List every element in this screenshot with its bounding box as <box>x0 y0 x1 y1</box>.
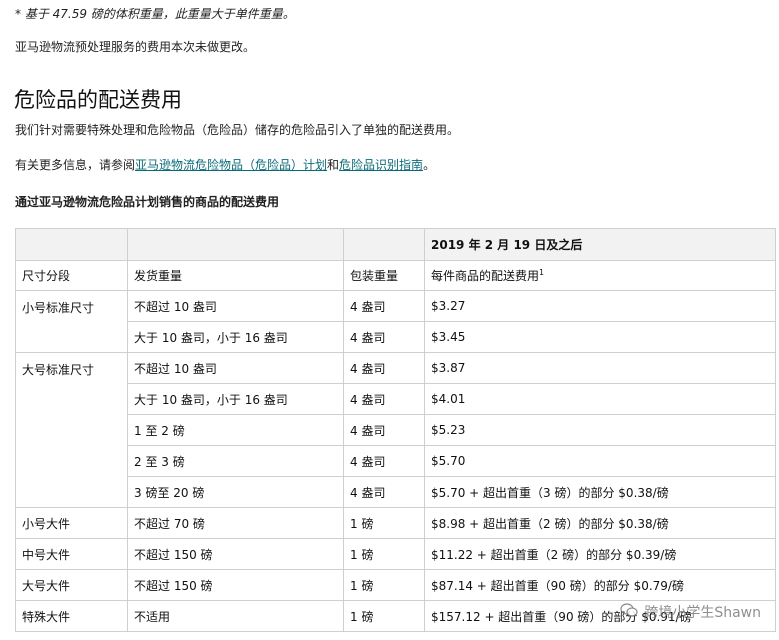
table-row: 2 至 3 磅 4 盎司 $5.70 <box>16 445 776 477</box>
fee-header-label: 每件商品的配送费用 <box>431 269 540 283</box>
table-header-row: 2019 年 2 月 19 日及之后 <box>15 228 776 261</box>
weight-cell: 不超过 10 盎司 <box>127 352 344 384</box>
fee-cell: $3.45 <box>424 321 776 353</box>
size-tier-cell: 小号标准尺寸 <box>15 290 128 353</box>
dangerous-goods-program-link[interactable]: 亚马逊物流危险物品（危险品）计划 <box>135 158 327 172</box>
packaging-cell: 4 盎司 <box>343 352 425 384</box>
packaging-cell: 1 磅 <box>343 569 425 601</box>
fee-cell: $87.14 + 超出首重（90 磅）的部分 $0.79/磅 <box>424 569 776 601</box>
table-row: 大于 10 盎司，小于 16 盎司 4 盎司 $4.01 <box>16 383 776 415</box>
prep-service-note: 亚马逊物流预处理服务的费用本次未做更改。 <box>15 40 256 54</box>
fee-cell: $11.22 + 超出首重（2 磅）的部分 $0.39/磅 <box>424 538 776 570</box>
weight-cell: 不超过 150 磅 <box>127 538 344 570</box>
fee-cell: $3.87 <box>424 352 776 384</box>
column-header-row: 尺寸分段 发货重量 包装重量 每件商品的配送费用1 <box>15 260 776 291</box>
period-text: 。 <box>423 158 436 172</box>
packaging-cell: 4 盎司 <box>343 383 425 415</box>
weight-cell: 3 磅至 20 磅 <box>127 476 344 508</box>
column-header-weight: 发货重量 <box>127 260 344 291</box>
size-tier-cell: 中号大件 <box>15 538 128 570</box>
weight-cell: 大于 10 盎司，小于 16 盎司 <box>127 321 344 353</box>
table-row: 大号大件 不超过 150 磅 1 磅 $87.14 + 超出首重（90 磅）的部… <box>15 569 776 601</box>
column-header-tier: 尺寸分段 <box>15 260 128 291</box>
header-blank-cell <box>15 228 128 261</box>
footnote-text: * 基于 47.59 磅的体积重量，此重量大于单件重量。 <box>15 7 295 21</box>
weight-cell: 大于 10 盎司，小于 16 盎司 <box>127 383 344 415</box>
weight-cell: 不超过 70 磅 <box>127 507 344 539</box>
packaging-cell: 4 盎司 <box>343 290 425 322</box>
packaging-cell: 1 磅 <box>343 600 425 632</box>
table-row: 3 磅至 20 磅 4 盎司 $5.70 + 超出首重（3 磅）的部分 $0.3… <box>16 476 776 508</box>
weight-cell: 不适用 <box>127 600 344 632</box>
weight-cell: 不超过 150 磅 <box>127 569 344 601</box>
packaging-cell: 4 盎司 <box>343 445 425 477</box>
packaging-cell: 4 盎司 <box>343 414 425 446</box>
table-row: 中号大件 不超过 150 磅 1 磅 $11.22 + 超出首重（2 磅）的部分… <box>15 538 776 570</box>
date-header: 2019 年 2 月 19 日及之后 <box>424 228 776 261</box>
fee-cell: $5.70 + 超出首重（3 磅）的部分 $0.38/磅 <box>424 476 776 508</box>
packaging-cell: 4 盎司 <box>343 321 425 353</box>
fee-table: 2019 年 2 月 19 日及之后 尺寸分段 发货重量 包装重量 每件商品的配… <box>15 228 776 632</box>
size-tier-cell: 大号大件 <box>15 569 128 601</box>
weight-cell: 1 至 2 磅 <box>127 414 344 446</box>
watermark-text: 跨境小学生Shawn <box>644 605 761 621</box>
column-header-packaging: 包装重量 <box>343 260 425 291</box>
table-caption: 通过亚马逊物流危险品计划销售的商品的配送费用 <box>15 195 280 209</box>
footnote-marker: 1 <box>539 268 545 277</box>
header-blank-cell <box>343 228 425 261</box>
fee-cell: $3.27 <box>424 290 776 322</box>
packaging-cell: 4 盎司 <box>343 476 425 508</box>
conjunction-text: 和 <box>327 158 340 172</box>
table-row: 大于 10 盎司，小于 16 盎司 4 盎司 $3.45 <box>16 321 776 353</box>
hazmat-identification-guide-link[interactable]: 危险品识别指南 <box>339 158 423 172</box>
more-info-paragraph: 有关更多信息，请参阅亚马逊物流危险物品（危险品）计划和危险品识别指南。 <box>15 156 435 173</box>
table-row: 小号大件 不超过 70 磅 1 磅 $8.98 + 超出首重（2 磅）的部分 $… <box>15 507 776 539</box>
size-tier-cell: 小号大件 <box>15 507 128 539</box>
fee-cell: $5.23 <box>424 414 776 446</box>
header-blank-cell <box>127 228 344 261</box>
table-row: 小号标准尺寸 不超过 10 盎司 4 盎司 $3.27 <box>15 290 776 353</box>
more-info-text: 有关更多信息，请参阅 <box>15 158 136 172</box>
weight-cell: 2 至 3 磅 <box>127 445 344 477</box>
packaging-cell: 1 磅 <box>343 538 425 570</box>
fee-cell: $5.70 <box>424 445 776 477</box>
intro-paragraph: 我们针对需要特殊处理和危险物品（危险品）储存的危险品引入了单独的配送费用。 <box>15 123 460 137</box>
size-tier-cell: 大号标准尺寸 <box>15 352 128 508</box>
weight-cell: 不超过 10 盎司 <box>127 290 344 322</box>
table-row: 大号标准尺寸 不超过 10 盎司 4 盎司 $3.87 <box>15 352 776 508</box>
column-header-fee: 每件商品的配送费用1 <box>424 260 776 291</box>
packaging-cell: 1 磅 <box>343 507 425 539</box>
table-row: 1 至 2 磅 4 盎司 $5.23 <box>16 414 776 446</box>
fee-cell: $4.01 <box>424 383 776 415</box>
watermark: 跨境小学生Shawn <box>620 602 761 622</box>
size-tier-cell: 特殊大件 <box>15 600 128 632</box>
section-heading: 危险品的配送费用 <box>14 88 182 112</box>
fee-cell: $8.98 + 超出首重（2 磅）的部分 $0.38/磅 <box>424 507 776 539</box>
wechat-icon <box>620 603 638 621</box>
